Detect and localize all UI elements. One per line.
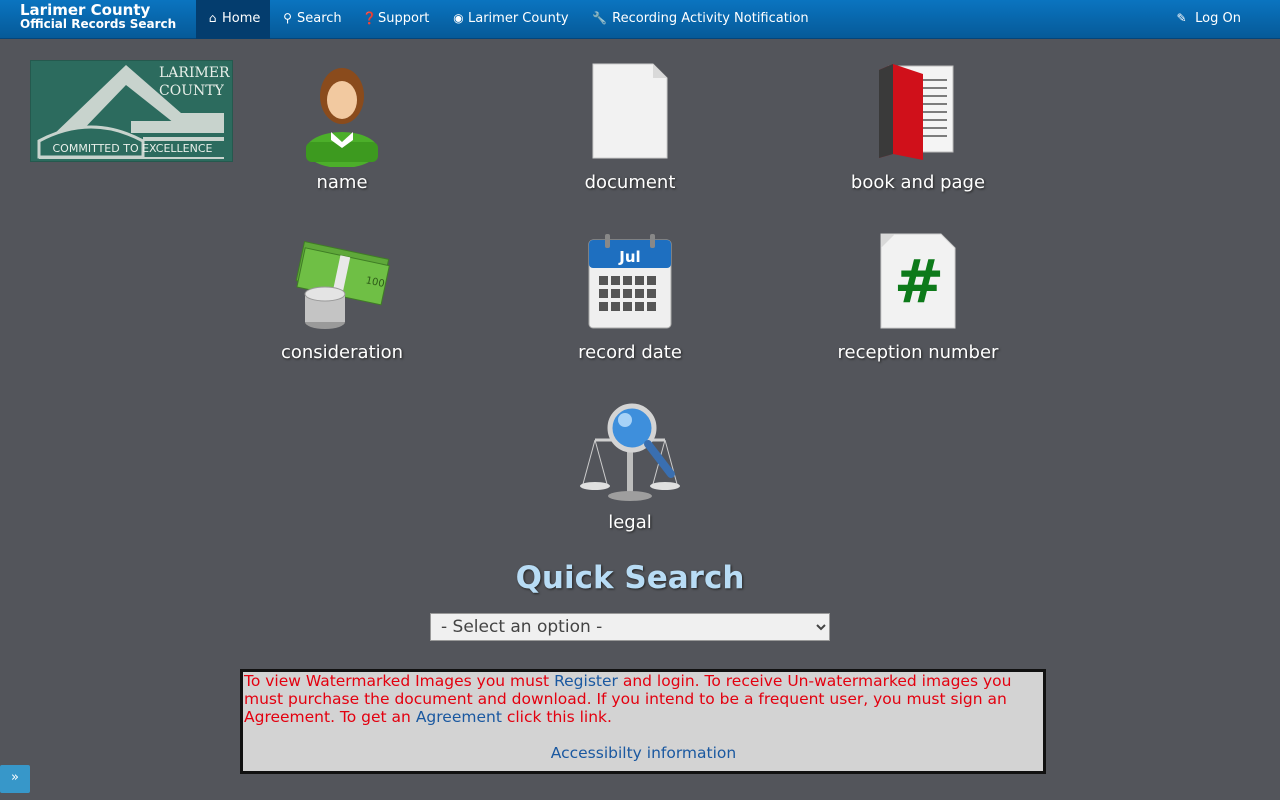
county-logo: LARIMER COUNTY COMMITTED TO EXCELLENCE	[30, 60, 233, 162]
tile-record-date-label: record date	[578, 342, 682, 363]
tile-legal-label: legal	[608, 512, 652, 533]
book-icon	[879, 64, 954, 160]
notice-text-1: To view Watermarked Images you must	[244, 672, 555, 690]
tile-reception-number-search[interactable]: # reception number	[808, 232, 1028, 363]
tile-record-date-search[interactable]: Jul record date	[520, 232, 740, 363]
scales-magnifier-icon	[580, 403, 680, 501]
question-icon: ❓	[362, 11, 377, 25]
tile-book-page-search[interactable]: book and page	[808, 62, 1028, 193]
nav-county-label: Larimer County	[468, 11, 569, 26]
hash-document-icon: #	[880, 233, 956, 329]
calendar-month: Jul	[618, 248, 640, 266]
notice-text-3: click this link.	[501, 708, 612, 726]
top-navbar: Larimer County Official Records Search ⌂…	[0, 0, 1280, 39]
nav-larimer-county[interactable]: ◉ Larimer County	[452, 0, 569, 39]
wrench-icon: 🔧	[592, 11, 607, 25]
tile-consideration-search[interactable]: 100 consideration	[232, 232, 452, 363]
accessibility-link[interactable]: Accessibilty information	[244, 744, 1043, 762]
nav-home-label: Home	[222, 11, 261, 26]
nav-support-label: Support	[378, 11, 430, 26]
nav-recording-label: Recording Activity Notification	[612, 11, 809, 26]
nav-search[interactable]: ⚲ Search	[281, 0, 342, 39]
document-icon	[592, 63, 668, 159]
money-icon: 100	[295, 240, 390, 329]
register-link[interactable]: Register	[554, 672, 618, 690]
svg-text:#: #	[894, 247, 944, 317]
pencil-icon: ✎	[1176, 11, 1187, 25]
globe-icon: ◉	[453, 11, 464, 25]
sidebar-toggle-button[interactable]: »	[0, 765, 30, 793]
calendar-icon: Jul	[588, 234, 672, 329]
logo-text-larimer: LARIMER	[159, 65, 230, 81]
tile-document-label: document	[584, 172, 676, 193]
search-icon: ⚲	[283, 11, 292, 25]
tile-document-search[interactable]: document	[520, 62, 740, 193]
logo-tagline: COMMITTED TO EXCELLENCE	[52, 142, 213, 155]
quick-search-title: Quick Search	[515, 560, 745, 596]
agreement-link[interactable]: Agreement	[416, 708, 502, 726]
tile-consideration-label: consideration	[280, 342, 404, 363]
logo-text-county: COUNTY	[159, 83, 224, 99]
nav-home[interactable]: ⌂ Home	[196, 0, 271, 39]
nav-log-on[interactable]: ✎ Log On	[1175, 0, 1241, 39]
tile-reception-number-label: reception number	[837, 342, 999, 363]
home-icon: ⌂	[208, 11, 217, 25]
tile-book-page-label: book and page	[850, 172, 986, 193]
nav-recording-activity[interactable]: 🔧 Recording Activity Notification	[592, 0, 809, 39]
watermark-notice: To view Watermarked Images you must Regi…	[240, 669, 1046, 774]
tile-legal-search[interactable]: legal	[520, 402, 740, 533]
brand[interactable]: Larimer County Official Records Search	[20, 1, 177, 32]
tile-name-search[interactable]: name	[232, 62, 452, 193]
quick-search-select[interactable]: - Select an option -	[430, 613, 830, 641]
nav-logon-label: Log On	[1195, 11, 1241, 26]
brand-subtitle: Official Records Search	[20, 17, 177, 31]
nav-search-label: Search	[297, 11, 342, 26]
tile-name-label: name	[316, 172, 368, 193]
person-icon	[306, 68, 378, 167]
nav-support[interactable]: ❓Support	[362, 0, 429, 39]
brand-title: Larimer County	[20, 1, 151, 19]
